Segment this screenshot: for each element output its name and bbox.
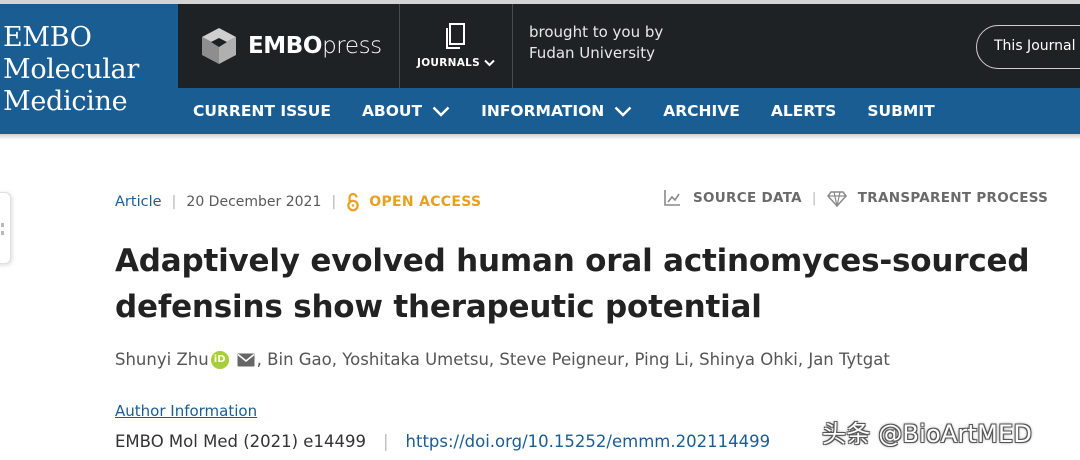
citation-line: EMBO Mol Med (2021) e14499 | https://doi… bbox=[115, 432, 770, 451]
publication-date: 20 December 2021 bbox=[186, 194, 322, 210]
chevron-down-icon bbox=[432, 106, 450, 117]
journal-logo-line-1: EMBO bbox=[3, 22, 92, 53]
chevron-down-icon bbox=[484, 59, 495, 67]
diamond-icon bbox=[826, 191, 847, 208]
nav-item-current-issue[interactable]: CURRENT ISSUE bbox=[193, 102, 331, 120]
publisher-wordmark: EMBOpress bbox=[248, 33, 382, 59]
drag-handle-icon bbox=[1, 223, 4, 235]
author-list: Shunyi Zhu iD , Bin Gao, Yoshitaka Umets… bbox=[115, 350, 890, 369]
meta-separator: | bbox=[331, 194, 337, 210]
publisher-logo[interactable]: EMBOpress bbox=[200, 26, 382, 66]
institution-access-note: brought to you by Fudan University bbox=[529, 22, 663, 64]
email-icon[interactable] bbox=[237, 353, 255, 367]
journal-logo[interactable]: EMBO Molecular Medicine bbox=[0, 4, 178, 134]
nav-item-alerts[interactable]: ALERTS bbox=[771, 102, 836, 120]
journals-menu-button[interactable]: JOURNALS bbox=[401, 4, 511, 88]
journal-logo-line-3: Medicine bbox=[3, 86, 128, 117]
open-lock-icon bbox=[347, 192, 360, 212]
access-note-line-1: brought to you by bbox=[529, 23, 664, 41]
search-scope-label: This Journal bbox=[994, 38, 1076, 54]
main-navigation: CURRENT ISSUE ABOUT INFORMATION ARCHIVE … bbox=[178, 88, 1080, 134]
orcid-icon[interactable]: iD bbox=[210, 350, 229, 369]
open-access-badge: OPEN ACCESS bbox=[346, 192, 481, 212]
nav-item-about[interactable]: ABOUT bbox=[362, 102, 450, 120]
meta-separator: | bbox=[811, 190, 817, 206]
access-note-institution: Fudan University bbox=[529, 44, 655, 62]
coauthor-names[interactable]: , Bin Gao, Yoshitaka Umetsu, Steve Peign… bbox=[257, 350, 890, 369]
nav-item-archive[interactable]: ARCHIVE bbox=[663, 102, 740, 120]
embo-cube-icon bbox=[202, 28, 236, 64]
nav-item-submit[interactable]: SUBMIT bbox=[867, 102, 934, 120]
source-data-link[interactable]: SOURCE DATA bbox=[693, 190, 802, 206]
header-divider bbox=[399, 4, 400, 88]
journal-citation: EMBO Mol Med (2021) e14499 bbox=[115, 432, 366, 451]
journals-label: JOURNALS bbox=[416, 57, 480, 69]
journals-icon bbox=[446, 23, 465, 49]
header-divider bbox=[512, 4, 513, 88]
article-title-line-2: defensins show therapeutic potential bbox=[115, 289, 762, 325]
author-information-link[interactable]: Author Information bbox=[115, 402, 257, 420]
transparent-process-link[interactable]: TRANSPARENT PROCESS bbox=[858, 190, 1048, 206]
article-title: Adaptively evolved human oral actinomyce… bbox=[115, 238, 1075, 330]
article-meta: Article | 20 December 2021 | OPEN ACCESS bbox=[115, 192, 481, 212]
author-name[interactable]: Shunyi Zhu bbox=[115, 350, 209, 369]
meta-separator: | bbox=[382, 432, 389, 451]
chevron-down-icon bbox=[614, 106, 632, 117]
search-scope-selector[interactable]: This Journal bbox=[976, 25, 1080, 69]
source-data-icon bbox=[664, 190, 680, 206]
nav-item-information[interactable]: INFORMATION bbox=[481, 102, 632, 120]
doi-link[interactable]: https://doi.org/10.15252/emmm.202114499 bbox=[406, 432, 771, 451]
article-type[interactable]: Article bbox=[115, 194, 162, 210]
article-badges: SOURCE DATA | TRANSPARENT PROCESS bbox=[662, 188, 1048, 208]
open-access-label: OPEN ACCESS bbox=[369, 194, 482, 210]
meta-separator: | bbox=[171, 194, 177, 210]
header-shadow bbox=[0, 134, 1080, 140]
side-panel-toggle[interactable] bbox=[0, 192, 11, 264]
article-title-line-1: Adaptively evolved human oral actinomyce… bbox=[115, 243, 1030, 279]
journal-logo-line-2: Molecular bbox=[3, 54, 139, 85]
watermark: 头条 @BioArtMED bbox=[822, 420, 1033, 448]
